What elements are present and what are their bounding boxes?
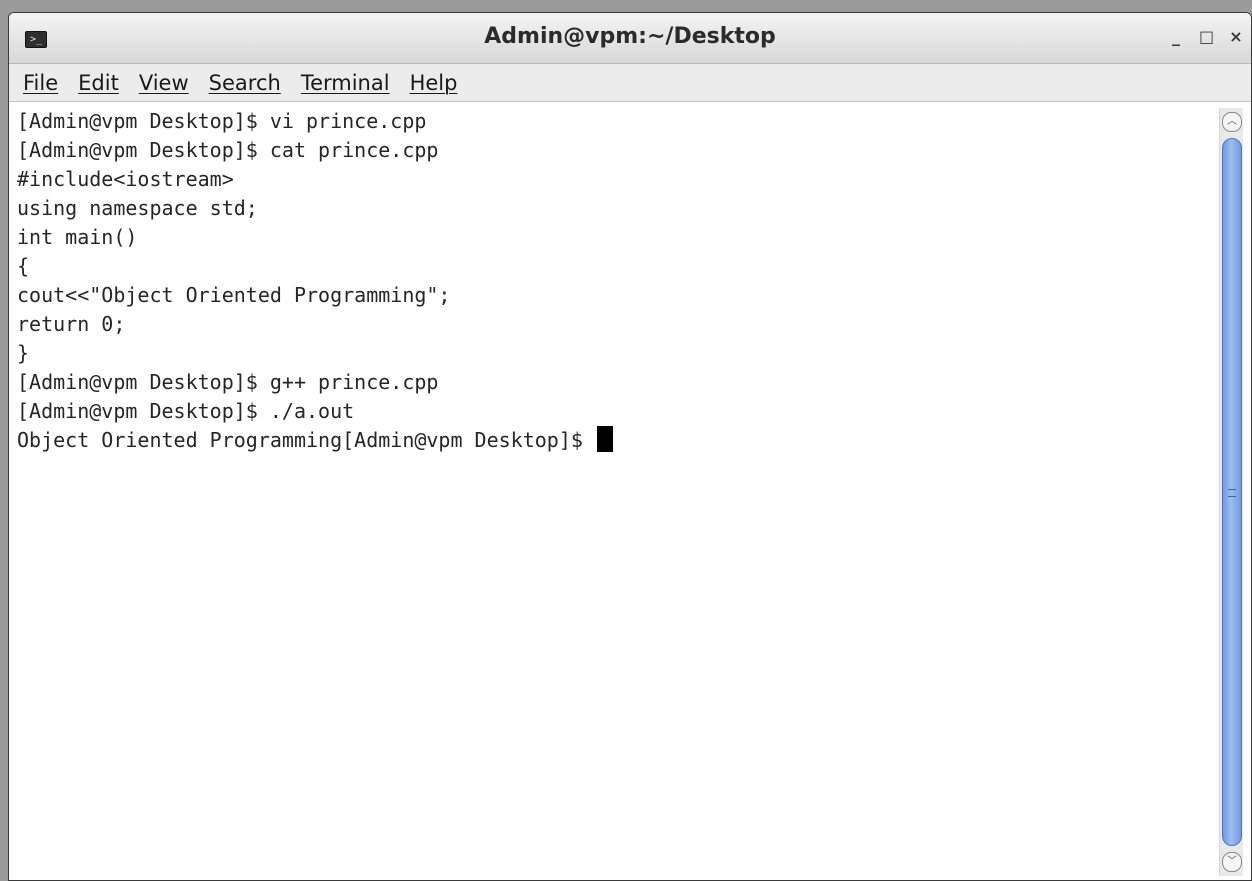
menu-search[interactable]: Search [209, 71, 281, 95]
terminal-line: #include<iostream> [17, 167, 234, 191]
title-bar[interactable]: >_ Admin@vpm:~/Desktop _ □ × [9, 13, 1251, 64]
close-button[interactable]: × [1229, 27, 1243, 46]
menu-view[interactable]: View [139, 71, 189, 95]
scroll-thumb[interactable] [1222, 138, 1242, 846]
scroll-down-icon[interactable]: ﹀ [1222, 852, 1242, 872]
menu-bar: File Edit View Search Terminal Help [9, 64, 1251, 102]
terminal-line: [Admin@vpm Desktop]$ g++ prince.cpp [17, 370, 439, 394]
terminal-line: [Admin@vpm Desktop]$ ./a.out [17, 399, 355, 423]
terminal-line: [Admin@vpm Desktop]$ cat prince.cpp [17, 138, 439, 162]
menu-terminal[interactable]: Terminal [301, 71, 390, 95]
terminal-window: >_ Admin@vpm:~/Desktop _ □ × File Edit V… [8, 12, 1252, 881]
menu-file[interactable]: File [23, 71, 58, 95]
window-controls: _ □ × [1169, 27, 1243, 46]
terminal-output[interactable]: [Admin@vpm Desktop]$ vi prince.cpp [Admi… [9, 103, 1219, 880]
grip-icon [1228, 489, 1236, 497]
terminal-line: [Admin@vpm Desktop]$ vi prince.cpp [17, 109, 427, 133]
terminal-line: int main() [17, 225, 138, 249]
maximize-button[interactable]: □ [1199, 27, 1214, 46]
vertical-scrollbar[interactable]: ︿ ﹀ [1219, 108, 1243, 876]
minimize-button[interactable]: _ [1169, 27, 1183, 46]
terminal-line: using namespace std; [17, 196, 258, 220]
terminal-line: return 0; [17, 312, 126, 336]
text-cursor [596, 426, 613, 452]
terminal-prompt-line: Object Oriented Programming[Admin@vpm De… [17, 426, 1219, 455]
menu-help[interactable]: Help [410, 71, 458, 95]
window-title: Admin@vpm:~/Desktop [484, 24, 776, 49]
menu-edit[interactable]: Edit [78, 71, 119, 95]
terminal-line: cout<<"Object Oriented Programming"; [17, 283, 451, 307]
terminal-line: { [17, 254, 30, 278]
scroll-up-icon[interactable]: ︿ [1222, 112, 1242, 132]
terminal-line: } [17, 341, 30, 365]
terminal-prompt-text: Object Oriented Programming[Admin@vpm De… [17, 428, 595, 452]
